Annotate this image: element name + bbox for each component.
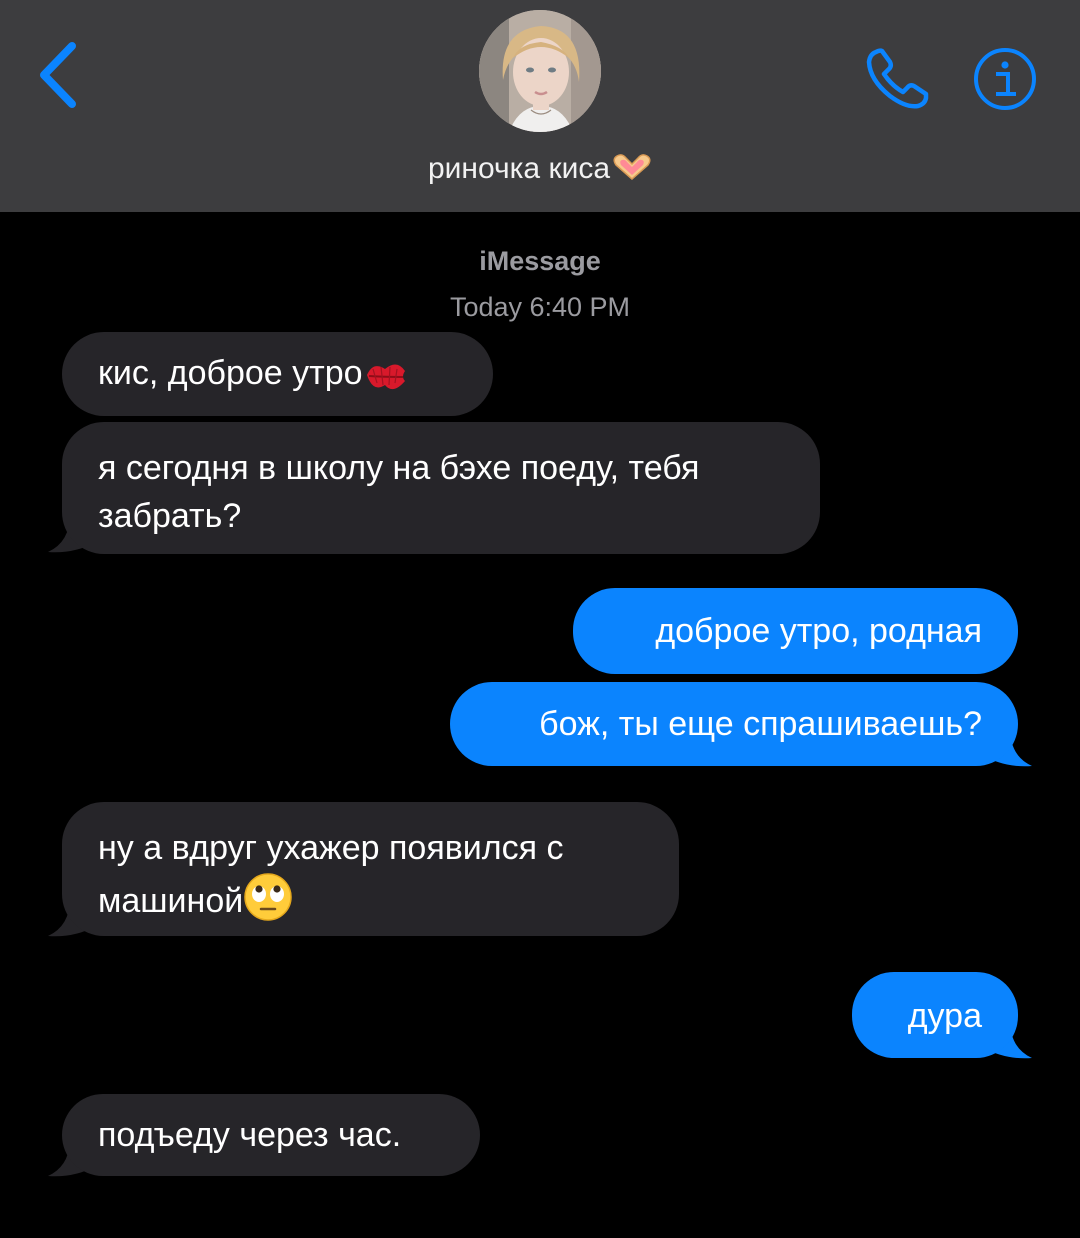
message-bubble-incoming[interactable]: подъеду через час. <box>62 1094 480 1176</box>
message-text: бож, ты еще спрашиваешь? <box>539 705 982 743</box>
message-bubble-outgoing[interactable]: бож, ты еще спрашиваешь? <box>450 682 1018 766</box>
chevron-left-icon <box>40 42 76 108</box>
message-bubble-incoming[interactable]: ну а вдруг ухажер появился с машиной <box>62 802 679 936</box>
info-icon <box>974 48 1036 110</box>
message-text: кис, доброе утро <box>98 354 363 392</box>
message-bubble-outgoing[interactable]: дура <box>852 972 1018 1058</box>
call-button[interactable] <box>862 46 932 112</box>
contact-name-text: риночка киса <box>427 152 611 185</box>
kiss-mark-emoji <box>366 364 405 390</box>
eye-roll-emoji <box>244 873 292 921</box>
contact-name[interactable]: риночка киса <box>0 150 1080 188</box>
info-button[interactable] <box>972 46 1038 112</box>
conversation-header: риночка киса <box>0 0 1080 212</box>
message-text: ну а вдруг ухажер появился с машиной <box>98 829 564 920</box>
message-bubble-incoming[interactable]: я сегодня в школу на бэхе поеду, тебя за… <box>62 422 820 554</box>
contact-avatar[interactable] <box>479 10 601 132</box>
heart-hands-emoji <box>613 154 651 180</box>
message-bubble-outgoing[interactable]: доброе утро, родная <box>573 588 1018 674</box>
service-label: iMessage <box>479 246 601 276</box>
message-timestamp: Today 6:40 PM <box>449 292 631 322</box>
message-text: подъеду через час. <box>98 1116 402 1154</box>
phone-icon <box>866 48 929 109</box>
avatar-photo <box>479 10 601 132</box>
back-button[interactable] <box>32 38 92 112</box>
message-text: дура <box>907 997 982 1035</box>
message-bubble-incoming[interactable]: кис, доброе утро <box>62 332 493 416</box>
message-text: доброе утро, родная <box>655 612 982 650</box>
message-text: я сегодня в школу на бэхе поеду, тебя за… <box>98 449 700 535</box>
